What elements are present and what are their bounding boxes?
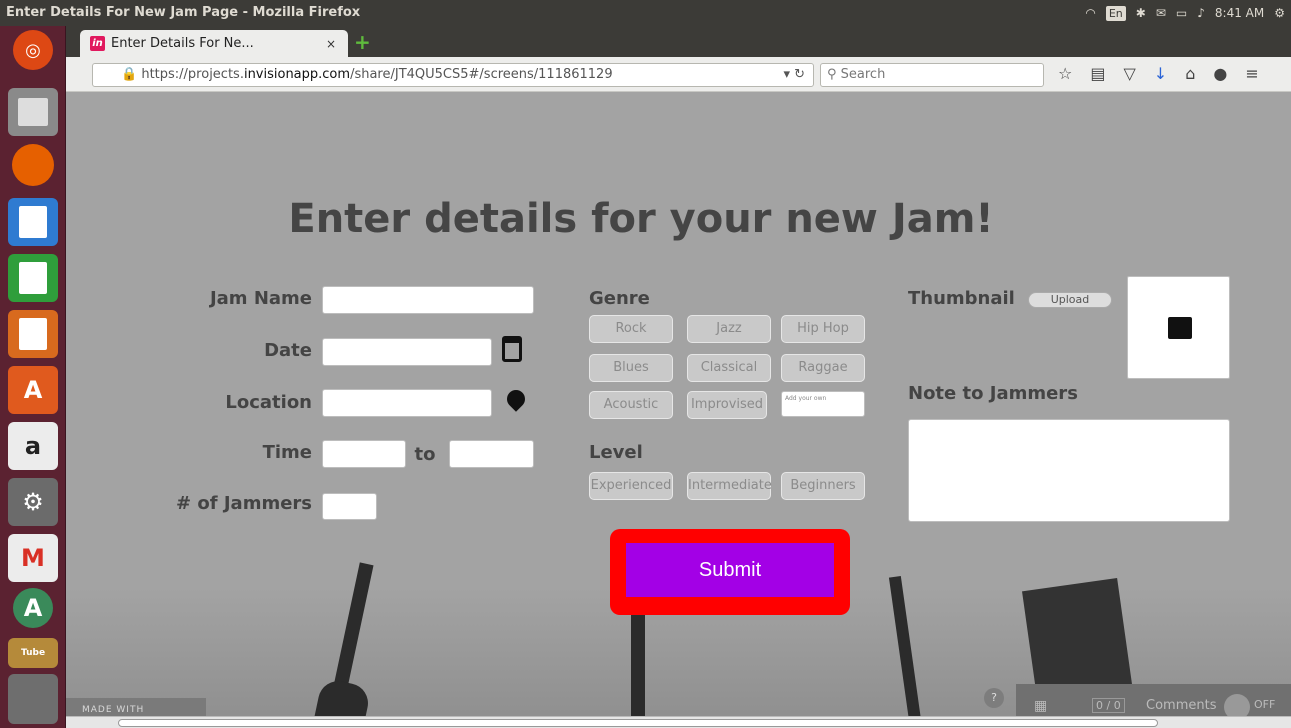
guitar-neck-center-image — [631, 612, 645, 728]
submit-highlight-box: Submit — [610, 529, 850, 615]
prototype-canvas: Enter details for your new Jam! Jam Name… — [66, 92, 1291, 728]
date-label: Date — [264, 340, 312, 361]
battery-icon[interactable]: ▭ — [1176, 0, 1187, 26]
jam-name-input[interactable] — [322, 286, 534, 314]
time-end-input[interactable] — [449, 440, 534, 468]
date-input[interactable] — [322, 338, 492, 366]
jam-name-label: Jam Name — [209, 288, 312, 309]
chat-icon[interactable]: ● — [1213, 64, 1227, 83]
jammers-input[interactable] — [322, 493, 377, 520]
submit-button[interactable]: Submit — [626, 543, 834, 597]
unity-launcher: ◎ A a ⚙ M A Tube — [0, 26, 66, 728]
bluetooth-icon[interactable]: ✱ — [1136, 0, 1146, 26]
browser-tab-strip: in Enter Details For Ne... × + — [66, 26, 1291, 57]
genre-blues-button[interactable]: Blues — [589, 354, 673, 382]
genre-rock-button[interactable]: Rock — [589, 315, 673, 343]
genre-classical-button[interactable]: Classical — [687, 354, 771, 382]
scrollbar-thumb[interactable] — [118, 719, 1158, 727]
level-experienced-button[interactable]: Experienced — [589, 472, 673, 500]
active-tab[interactable]: in Enter Details For Ne... × — [80, 30, 348, 57]
tab-title: Enter Details For Ne... — [111, 36, 254, 51]
window-title: Enter Details For New Jam Page - Mozilla… — [6, 5, 361, 20]
firefox-icon[interactable] — [12, 144, 54, 186]
time-start-input[interactable] — [322, 440, 406, 468]
browser-nav-bar: ← 🔒 https://projects.invisionapp.com/sha… — [66, 57, 1291, 92]
impress-icon[interactable] — [8, 310, 58, 358]
tube-icon[interactable]: Tube — [8, 638, 58, 668]
ubuntu-dash-icon[interactable]: ◎ — [13, 30, 53, 70]
add-own-genre-input[interactable]: Add your own — [781, 391, 865, 417]
nav-toolbar-icons: ☆ ▤ ▽ ↓ ⌂ ● ≡ — [1058, 64, 1259, 83]
comment-counter: 0 / 0 — [1092, 698, 1125, 713]
location-input[interactable] — [322, 389, 492, 417]
level-beginners-button[interactable]: Beginners — [781, 472, 865, 500]
screens-grid-icon[interactable]: ▦ — [1034, 698, 1047, 714]
amazon-icon[interactable]: a — [8, 422, 58, 470]
pocket-icon[interactable]: ▽ — [1123, 64, 1135, 83]
settings-gear-icon[interactable]: ⚙ — [1274, 0, 1285, 26]
bookmark-star-icon[interactable]: ☆ — [1058, 64, 1072, 83]
thumbnail-label: Thumbnail — [908, 288, 1015, 309]
volume-icon[interactable]: ♪ — [1197, 0, 1205, 26]
reading-list-icon[interactable]: ▤ — [1090, 64, 1105, 83]
comments-label: Comments — [1146, 698, 1217, 713]
update-manager-icon[interactable]: A — [13, 588, 53, 628]
page-heading: Enter details for your new Jam! — [288, 196, 994, 242]
workspace-switcher-icon[interactable] — [8, 674, 58, 724]
genre-improvised-button[interactable]: Improvised — [687, 391, 767, 419]
calendar-icon[interactable] — [502, 336, 522, 362]
help-button[interactable]: ? — [984, 688, 1004, 708]
genre-jazz-button[interactable]: Jazz — [687, 315, 771, 343]
system-settings-icon[interactable]: ⚙ — [8, 478, 58, 526]
image-placeholder-icon — [1168, 317, 1192, 339]
upload-button[interactable]: Upload — [1028, 292, 1112, 308]
made-with-text: MADE WITH — [82, 705, 145, 715]
note-label: Note to Jammers — [908, 383, 1078, 404]
url-text: 🔒 https://projects.invisionapp.com/share… — [121, 67, 613, 82]
horizontal-scrollbar[interactable] — [66, 716, 1291, 728]
writer-icon[interactable] — [8, 198, 58, 246]
new-tab-button[interactable]: + — [354, 32, 371, 52]
to-label: to — [414, 444, 436, 465]
location-pin-icon[interactable] — [503, 386, 529, 412]
keyboard-layout-indicator[interactable]: En — [1105, 5, 1126, 21]
home-icon[interactable]: ⌂ — [1185, 64, 1195, 83]
location-label: Location — [225, 392, 312, 413]
jammers-label: # of Jammers — [176, 493, 312, 514]
genre-acoustic-button[interactable]: Acoustic — [589, 391, 673, 419]
download-icon[interactable]: ↓ — [1154, 64, 1167, 83]
wifi-icon[interactable]: ◠ — [1085, 0, 1095, 26]
calc-icon[interactable] — [8, 254, 58, 302]
genre-raggae-button[interactable]: Raggae — [781, 354, 865, 382]
toggle-state: OFF — [1254, 698, 1276, 711]
url-bar[interactable]: 🔒 https://projects.invisionapp.com/share… — [92, 63, 814, 87]
system-top-bar: Enter Details For New Jam Page - Mozilla… — [0, 0, 1291, 26]
software-center-icon[interactable]: A — [8, 366, 58, 414]
level-intermediate-button[interactable]: Intermediate — [687, 472, 772, 500]
genre-label: Genre — [589, 288, 650, 309]
gmail-icon[interactable]: M — [8, 534, 58, 582]
tab-close-icon[interactable]: × — [326, 37, 336, 51]
thumbnail-preview[interactable] — [1127, 276, 1230, 379]
level-label: Level — [589, 442, 643, 463]
genre-hiphop-button[interactable]: Hip Hop — [781, 315, 865, 343]
time-label: Time — [262, 442, 312, 463]
menu-icon[interactable]: ≡ — [1245, 64, 1258, 83]
clock[interactable]: 8:41 AM — [1215, 0, 1264, 26]
reload-icon[interactable]: ▾ ↻ — [783, 64, 805, 86]
search-input[interactable]: ⚲ Search — [820, 63, 1044, 87]
note-textarea[interactable] — [908, 419, 1230, 522]
system-tray: ◠ En ✱ ✉ ▭ ♪ 8:41 AM ⚙ — [1085, 0, 1285, 26]
mail-icon[interactable]: ✉ — [1156, 0, 1166, 26]
invision-favicon-icon: in — [90, 36, 105, 51]
files-icon[interactable] — [8, 88, 58, 136]
